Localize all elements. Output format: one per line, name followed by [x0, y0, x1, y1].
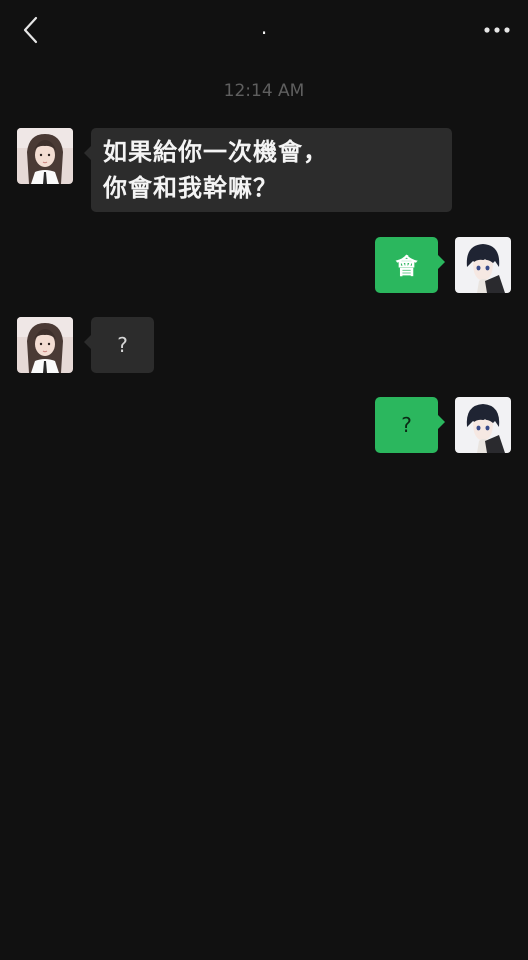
message-text-line: 如果給你一次機會，	[103, 138, 328, 166]
more-options-button[interactable]	[480, 16, 514, 44]
message-timestamp: 12:14 AM	[223, 81, 305, 101]
message-text: ?	[117, 333, 128, 357]
more-dots-icon	[484, 27, 510, 33]
chat-header: .	[0, 0, 528, 64]
incoming-message-bubble[interactable]: 如果給你一次機會， 你會和我幹嘛？	[84, 128, 452, 212]
contact-avatar[interactable]	[17, 128, 73, 184]
contact-avatar[interactable]	[17, 317, 73, 373]
incoming-message-bubble[interactable]: ?	[84, 317, 154, 373]
chat-title: .	[260, 15, 268, 39]
message-text: 會	[395, 255, 418, 280]
user-avatar[interactable]	[455, 397, 511, 453]
outgoing-message-bubble[interactable]: ?	[375, 397, 445, 453]
outgoing-message-bubble[interactable]: 會	[375, 237, 445, 293]
message-text-line: 你會和我幹嘛？	[103, 174, 278, 202]
user-avatar[interactable]	[455, 237, 511, 293]
message-text: ?	[401, 413, 412, 437]
